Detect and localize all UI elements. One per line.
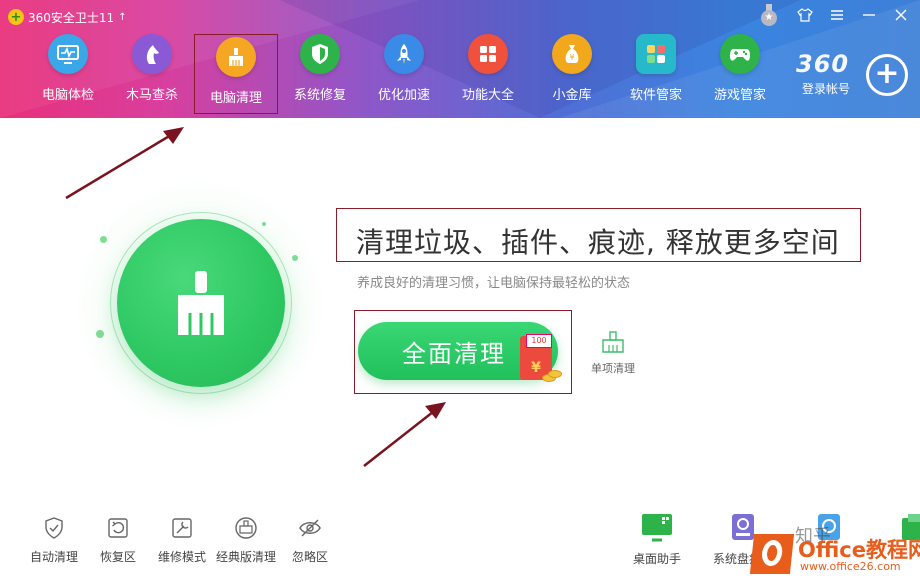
broom-outline-icon — [602, 331, 624, 353]
account-area[interactable]: 360 登录帐号 + — [792, 50, 908, 100]
repair-icon — [172, 518, 192, 538]
nav-item-trojan-scan[interactable]: 木马查杀 — [110, 34, 194, 114]
decor-dot — [292, 255, 298, 261]
title-bar: + 360安全卫士11 ↑ — [8, 6, 127, 28]
nav-item-features[interactable]: 功能大全 — [446, 34, 530, 114]
annotation-arrow-icon — [363, 402, 446, 467]
nav-item-speedup[interactable]: 优化加速 — [362, 34, 446, 114]
classic-clean-icon — [235, 517, 257, 539]
decor-dot — [96, 330, 104, 338]
main-nav: 电脑体检 木马查杀 电脑清理 系统修复 优化加速 功能大全 ¥ 小金库 软件管家… — [26, 34, 782, 114]
medal-icon[interactable]: ★ — [760, 4, 778, 26]
ignore-area-button[interactable]: 忽略区 — [278, 516, 342, 565]
login-link[interactable]: 登录帐号 — [802, 80, 850, 97]
close-icon[interactable] — [892, 5, 910, 25]
nav-label: 软件管家 — [629, 88, 682, 103]
app-title: 360安全卫士11 — [28, 10, 115, 25]
nav-item-computer-clean[interactable]: 电脑清理 — [194, 34, 278, 114]
nav-label: 木马查杀 — [125, 88, 178, 103]
shirt-icon[interactable] — [796, 5, 814, 25]
money-bag-icon: ¥ — [552, 34, 592, 74]
horse-icon — [132, 34, 172, 74]
nav-label: 优化加速 — [377, 88, 430, 103]
menu-icon[interactable] — [828, 5, 846, 25]
main-headline: 清理垃圾、插件、痕迹, 释放更多空间 — [356, 226, 840, 259]
gamepad-icon — [720, 34, 760, 74]
office-logo-icon — [749, 534, 795, 574]
minimize-icon[interactable] — [860, 5, 878, 25]
shield-icon — [300, 34, 340, 74]
window-controls: ★ — [760, 4, 910, 26]
auto-clean-shield-icon — [45, 517, 63, 539]
office26-watermark: Office教程网 www.office26.com — [749, 530, 920, 574]
rocket-icon — [384, 34, 424, 74]
ignore-eye-icon — [299, 519, 321, 537]
main-subline: 养成良好的清理习惯，让电脑保持最轻松的状态 — [357, 276, 631, 291]
svg-text:¥: ¥ — [569, 53, 574, 62]
nav-item-checkup[interactable]: 电脑体检 — [26, 34, 110, 114]
header-bar: + 360安全卫士11 ↑ ★ 电脑体检 木马查杀 电脑清理 系统修复 优化加速… — [0, 0, 920, 118]
nav-item-system-repair[interactable]: 系统修复 — [278, 34, 362, 114]
nav-label: 游戏管家 — [713, 88, 766, 103]
auto-clean-button[interactable]: 自动清理 — [22, 516, 86, 565]
broom-icon — [216, 37, 256, 77]
360-logo-icon: + — [8, 9, 24, 25]
nav-label: 电脑体检 — [41, 88, 94, 103]
desktop-assistant-button[interactable]: 桌面助手 — [614, 512, 700, 567]
grid-icon — [468, 34, 508, 74]
repair-mode-button[interactable]: 维修模式 — [150, 516, 214, 565]
nav-label: 小金库 — [552, 88, 592, 103]
desktop-assistant-icon — [642, 514, 672, 542]
360-brand-logo: 360 — [796, 50, 850, 78]
bottom-left-tools: 自动清理 恢复区 维修模式 经典版清理 忽略区 — [22, 516, 342, 565]
decor-dot — [100, 236, 107, 243]
nav-item-software[interactable]: 软件管家 — [614, 34, 698, 114]
red-envelope-icon[interactable]: ¥ 100 — [520, 334, 562, 382]
restore-area-button[interactable]: 恢复区 — [86, 516, 150, 565]
update-arrow-icon[interactable]: ↑ — [118, 12, 126, 23]
clean-status-circle[interactable] — [117, 219, 285, 387]
app-window: + 360安全卫士11 ↑ ★ 电脑体检 木马查杀 电脑清理 系统修复 优化加速… — [0, 0, 920, 580]
nav-label: 功能大全 — [461, 88, 514, 103]
plus-icon[interactable]: + — [866, 54, 908, 96]
classic-clean-button[interactable]: 经典版清理 — [214, 516, 278, 565]
nav-item-games[interactable]: 游戏管家 — [698, 34, 782, 114]
single-clean-button[interactable]: 单项清理 — [588, 330, 638, 376]
restore-icon — [108, 518, 128, 538]
apps-icon — [636, 34, 676, 74]
monitor-icon — [48, 34, 88, 74]
decor-dot — [262, 222, 266, 226]
nav-item-vault[interactable]: ¥ 小金库 — [530, 34, 614, 114]
broom-icon — [178, 271, 224, 335]
single-clean-label: 单项清理 — [591, 362, 635, 375]
nav-label: 系统修复 — [293, 88, 346, 103]
nav-label: 电脑清理 — [209, 91, 262, 106]
